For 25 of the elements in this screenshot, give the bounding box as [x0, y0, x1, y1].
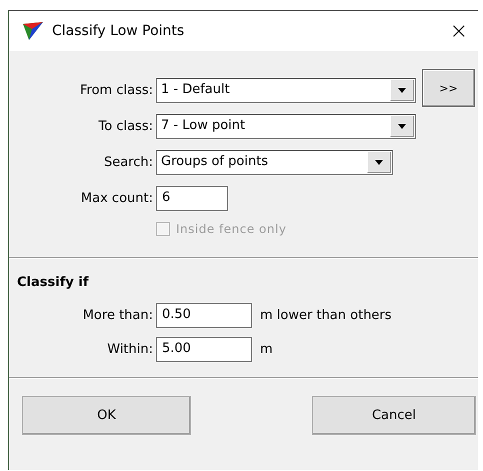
unit-label: m lower than others — [260, 308, 392, 323]
field-label: To class: — [98, 119, 153, 134]
ok-button[interactable]: OK — [22, 396, 191, 435]
input-field[interactable]: 5.00 — [156, 337, 252, 362]
dropdown[interactable]: 7 - Low point — [156, 114, 416, 139]
dropdown[interactable]: Groups of points — [156, 150, 393, 175]
dropdown[interactable]: 1 - Default — [156, 78, 416, 103]
field-label: Max count: — [80, 191, 153, 206]
unit-label: m — [260, 342, 273, 357]
window-title: Classify Low Points — [52, 23, 186, 39]
input-field[interactable]: 6 — [156, 186, 228, 211]
input-field[interactable]: 0.50 — [156, 303, 252, 328]
field-label: More than: — [82, 308, 153, 323]
checkbox-label: Inside fence only — [176, 222, 286, 236]
section-heading: Classify if — [17, 275, 90, 290]
caret-icon — [398, 124, 406, 128]
field-label: Within: — [106, 342, 153, 357]
field-label: Search: — [102, 155, 153, 170]
expand-button[interactable]: >> — [422, 69, 475, 107]
close-button[interactable]: × — [450, 18, 468, 44]
caret-icon — [375, 160, 383, 164]
app-logo-icon — [23, 22, 43, 40]
caret-icon — [398, 88, 406, 92]
field-label: From class: — [79, 83, 153, 98]
cancel-button[interactable]: Cancel — [312, 396, 476, 435]
